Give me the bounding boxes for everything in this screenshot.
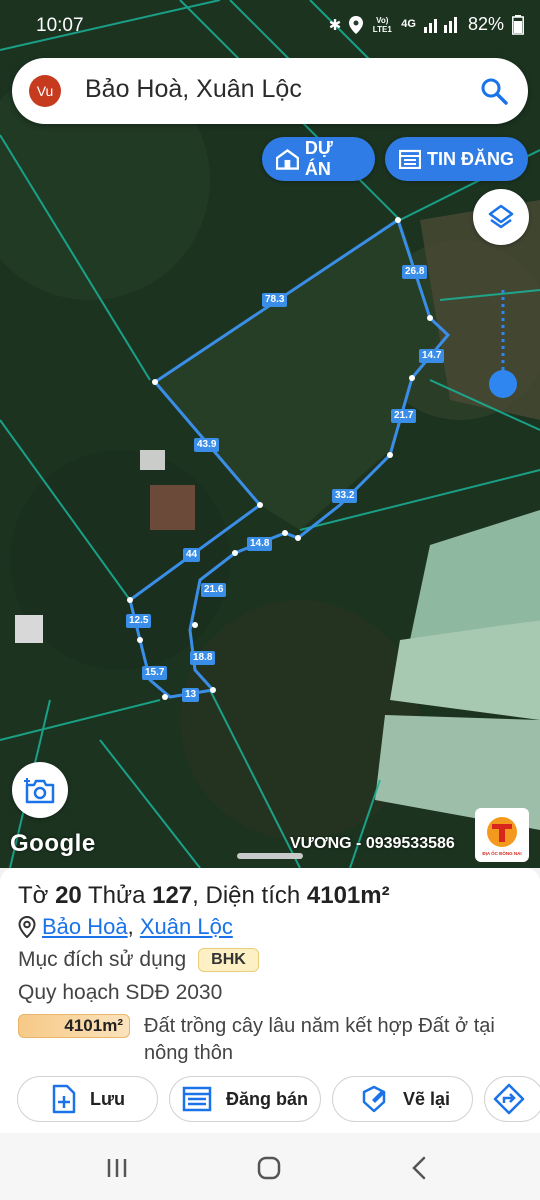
sheet-drag-handle[interactable]: [237, 853, 303, 859]
projects-label: DỰ ÁN: [304, 138, 333, 179]
parcel-title: Tờ 20 Thửa 127, Diện tích 4101m²: [18, 882, 390, 910]
system-nav-bar: [0, 1133, 540, 1200]
ward-link[interactable]: Bảo Hoà: [42, 914, 128, 939]
brand-text: ĐỊA ỐC ĐỒNG NAI: [482, 850, 521, 856]
planning-area-bar: 4101m²: [18, 1014, 130, 1038]
parcel-number: 127: [152, 882, 193, 909]
clock: 10:07: [36, 15, 84, 36]
building-icon: [276, 148, 299, 170]
layers-button[interactable]: [473, 189, 529, 245]
search-bar[interactable]: Vu Bảo Hoà, Xuân Lộc: [12, 58, 528, 124]
listing-icon: [182, 1086, 212, 1112]
directions-icon: [493, 1083, 525, 1115]
recent-apps-icon[interactable]: [102, 1153, 132, 1183]
layers-icon: [488, 204, 514, 229]
planning-title: Quy hoạch SDĐ 2030: [18, 981, 223, 1004]
redraw-icon: [362, 1085, 386, 1113]
listing-icon: [399, 149, 421, 169]
home-icon[interactable]: [254, 1153, 284, 1183]
brand-logo[interactable]: ĐỊA ỐC ĐỒNG NAI: [475, 808, 529, 862]
edge-length-label: 18.8: [190, 651, 216, 665]
edge-length-label: 78.3: [262, 293, 288, 307]
edge-length-label: 13: [182, 688, 200, 702]
directions-button[interactable]: [484, 1076, 540, 1122]
redraw-button[interactable]: Vẽ lại: [332, 1076, 473, 1122]
network-type: 4G: [401, 18, 416, 30]
status-icons: ✱ Vo) LTE1 4G 82%: [329, 14, 524, 35]
post-for-sale-button[interactable]: Đăng bán: [169, 1076, 321, 1122]
volte-indicator: Vo) LTE1: [372, 15, 392, 34]
post-for-sale-label: Đăng bán: [226, 1088, 309, 1109]
avatar[interactable]: Vu: [29, 75, 61, 107]
battery-icon: [512, 14, 524, 35]
location-comma: ,: [127, 914, 140, 939]
edge-length-label: 21.6: [201, 583, 227, 597]
district-link[interactable]: Xuân Lộc: [140, 914, 233, 939]
satellite-imagery: [0, 0, 540, 868]
edge-length-label: 15.7: [142, 666, 168, 680]
map-view[interactable]: 78.3 26.8 14.7 21.7 33.2 43.9 14.8 44 21…: [0, 0, 540, 868]
search-icon[interactable]: [480, 77, 508, 105]
battery-level: 82%: [467, 14, 504, 34]
location-icon: [349, 15, 364, 34]
planning-description: Đất trồng cây lâu năm kết hợp Đất ở tại …: [144, 1015, 495, 1064]
edge-length-label: 14.8: [247, 537, 273, 551]
edge-length-label: 43.9: [194, 438, 220, 452]
edge-length-label: 14.7: [419, 349, 445, 363]
save-button[interactable]: Lưu: [17, 1076, 158, 1122]
edge-length-label: 21.7: [391, 409, 417, 423]
location-row: Bảo Hoà, Xuân Lộc: [18, 914, 233, 940]
area-label: Diện tích: [205, 882, 301, 909]
listings-label: TIN ĐĂNG: [427, 148, 514, 169]
area-value: 4101m²: [306, 882, 390, 909]
back-icon[interactable]: [405, 1153, 435, 1183]
listings-button[interactable]: TIN ĐĂNG: [385, 137, 528, 181]
land-use-label: Mục đích sử dụng: [18, 948, 187, 971]
land-use-badge: BHK: [198, 948, 259, 972]
land-use-row: Mục đích sử dụng BHK: [18, 948, 259, 972]
add-photo-icon: [24, 778, 55, 804]
title-comma: ,: [192, 882, 199, 909]
brand-emblem: ĐỊA ỐC ĐỒNG NAI: [482, 817, 522, 856]
sheet-number: 20: [55, 882, 82, 909]
redraw-label: Vẽ lại: [403, 1088, 451, 1109]
google-logo: Google: [10, 830, 96, 857]
save-label: Lưu: [90, 1088, 126, 1109]
sheet-label: Tờ: [18, 882, 49, 909]
status-bar: 10:07 ✱ Vo) LTE1 4G 82%: [0, 0, 540, 52]
signal-icon: [423, 16, 457, 33]
projects-button[interactable]: DỰ ÁN: [262, 137, 375, 181]
parcel-label: Thửa: [88, 882, 146, 909]
search-query[interactable]: Bảo Hoà, Xuân Lộc: [85, 75, 302, 104]
add-file-icon: [52, 1084, 76, 1114]
edge-length-label: 33.2: [332, 489, 358, 503]
camera-button[interactable]: [12, 762, 68, 818]
watermark: VƯƠNG - 0939533586: [290, 835, 455, 852]
edge-length-label: 12.5: [126, 614, 152, 628]
edge-length-label: 44: [183, 548, 201, 562]
location-pin-icon: [18, 916, 36, 938]
bluetooth-icon: ✱: [328, 16, 342, 34]
edge-length-label: 26.8: [402, 265, 428, 279]
parcel-info-sheet: Tờ 20 Thửa 127, Diện tích 4101m² Bảo Hoà…: [0, 868, 540, 1133]
